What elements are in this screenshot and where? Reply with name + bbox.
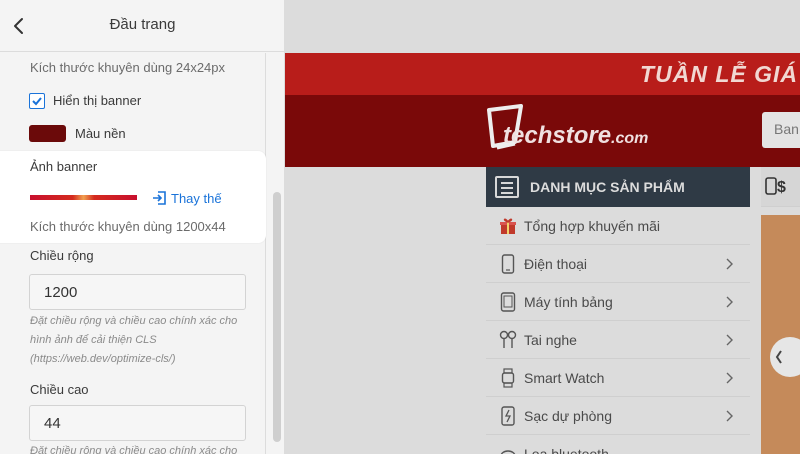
promo-text: TUẦN LỄ GIÁ [640,61,798,87]
category-menu-header[interactable]: DANH MỤC SẢN PHẨM [486,167,750,207]
category-menu-title: DANH MỤC SẢN PHẨM [530,179,685,195]
chevron-right-icon [726,296,733,308]
chevron-right-icon [726,372,733,384]
category-label: Loa bluetooth [524,445,609,454]
site-preview: TUẦN LỄ GIÁ techstore.com Ban DANH MỤC S… [285,0,800,454]
settings-panel: Đầu trang Kích thước khuyên dùng 24x24px… [0,0,285,454]
category-item-tablet[interactable]: Máy tính bảng [486,283,750,321]
category-label: Sạc dự phòng [524,407,612,424]
logo-text: techstore.com [503,122,648,150]
earphone-icon [498,330,518,350]
height-label: Chiều cao [30,382,89,397]
side-banner-title: $ [761,167,800,207]
side-promo-image[interactable] [761,215,800,454]
replace-icon [153,191,166,205]
site-logo[interactable]: techstore.com [485,104,648,152]
side-phone-icon [765,177,777,195]
phone-icon [498,253,518,274]
scrollbar-thumb[interactable] [273,192,281,442]
speaker-icon [498,444,518,454]
replace-image-button[interactable]: Thay thế [151,188,222,208]
category-item-smartwatch[interactable]: Smart Watch [486,359,750,397]
width-label: Chiều rộng [30,248,94,263]
category-item-promotions[interactable]: Tổng hợp khuyến mãi [486,207,750,245]
logo-main-text: techstore [503,122,612,149]
chevron-left-icon [775,350,782,364]
menu-list-icon [495,176,519,198]
chevron-right-icon [726,258,733,270]
chevron-right-icon [726,410,733,422]
site-search-input[interactable]: Ban [762,112,800,148]
height-input[interactable]: 44 [29,405,246,441]
category-menu: Tổng hợp khuyến mãi Điện thoại Máy tính … [486,207,750,454]
banner-image-card: Ảnh banner Thay thế Kích thước khuyên dù… [0,151,266,243]
watch-icon [498,367,518,388]
show-banner-label: Hiển thị banner [53,93,142,108]
background-color-swatch[interactable] [29,125,66,142]
promo-banner[interactable]: TUẦN LỄ GIÁ [285,53,800,95]
gift-icon [498,216,518,236]
panel-title: Đầu trang [109,16,176,33]
logo-suffix-text: .com [611,130,649,147]
replace-label: Thay thế [171,190,222,206]
icon-size-hint: Kích thước khuyên dùng 24x24px [30,60,226,75]
check-icon [32,97,42,106]
category-item-earphones[interactable]: Tai nghe [486,321,750,359]
preview-top-area [285,0,800,53]
category-label: Smart Watch [524,369,605,386]
carousel-prev-button[interactable] [770,337,800,377]
category-label: Điện thoại [524,255,588,272]
size-help-text: Đặt chiều rộng và chiều cao chính xác ch… [30,315,238,365]
tablet-icon [498,291,518,312]
category-item-powerbank[interactable]: Sạc dự phòng [486,397,750,435]
powerbank-icon [498,405,518,426]
category-label: Tổng hợp khuyến mãi [524,217,661,234]
side-banner-text: $ [777,179,786,196]
show-banner-checkbox[interactable] [29,93,45,109]
category-item-speaker[interactable]: Loa bluetooth [486,435,750,454]
settings-scroll-area: Kích thước khuyên dùng 24x24px Hiển thị … [0,53,266,454]
width-input[interactable]: 1200 [29,274,246,310]
size-help-text-2: Đặt chiều rộng và chiều cao chính xác ch… [30,445,238,454]
category-item-phone[interactable]: Điện thoại [486,245,750,283]
banner-thumbnail [30,195,137,200]
category-label: Máy tính bảng [524,293,613,310]
banner-image-label: Ảnh banner [30,159,98,174]
panel-header: Đầu trang [0,0,284,52]
category-label: Tai nghe [524,331,577,348]
background-color-label: Màu nền [75,126,126,141]
chevron-right-icon [726,334,733,346]
banner-size-hint: Kích thước khuyên dùng 1200x44 [30,219,226,234]
